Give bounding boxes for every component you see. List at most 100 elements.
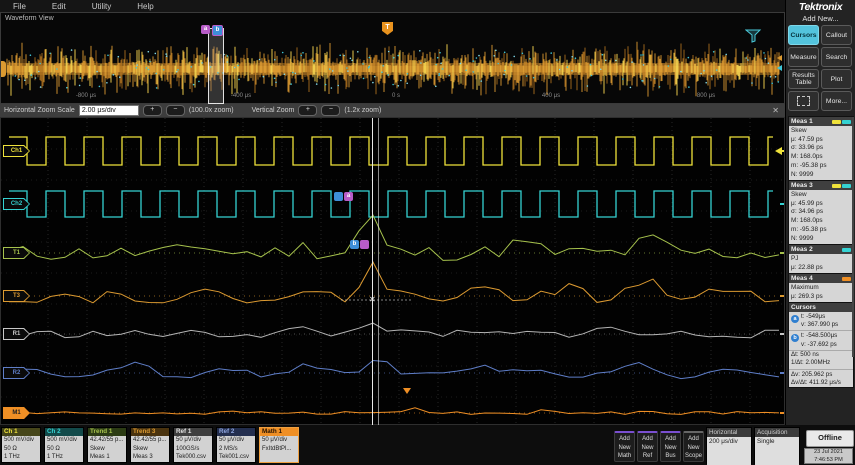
meas4-body: Maximum μ: 269.3 ps xyxy=(791,284,823,300)
ch1-trigger-level-arrow[interactable] xyxy=(775,147,782,155)
cursor-a-readout: a t: -549μs v: 367.990 ps xyxy=(789,312,853,332)
h-zoom-increase-button[interactable]: + xyxy=(142,105,162,116)
zoom-close-icon[interactable]: ✕ xyxy=(772,106,781,115)
overview-tick: 400 μs xyxy=(541,93,561,99)
ch1-badge[interactable]: Ch 1 500 mV/div 50 Ω1 THz xyxy=(1,427,41,463)
meas1-body: Skew μ: 47.59 ps σ: 33.96 ps M: 168.0ps m:… xyxy=(791,127,827,178)
datetime-display: 23 Jul 2021 7:46:53 PM xyxy=(804,448,853,464)
meas2-header: Meas 2 xyxy=(789,245,853,254)
tekscope-app: File Edit Utility Help Waveform View a b… xyxy=(0,0,855,465)
meas4-badge[interactable]: Meas 4 Maximum μ: 269.3 ps xyxy=(788,273,854,304)
draw-a-box-icon xyxy=(797,96,810,106)
acquisition-panel[interactable]: Acquisition Single xyxy=(754,427,800,465)
add-new-button-grid: Cursors Callout Measure Search Results T… xyxy=(788,25,854,111)
inv-delta-t-readout: 1/Δt: 2.00MHz xyxy=(791,359,831,367)
more-button[interactable]: More... xyxy=(821,91,852,111)
main-waveforms-canvas xyxy=(1,118,784,424)
measure-button[interactable]: Measure xyxy=(788,47,819,67)
channel-handle-label: T1 xyxy=(4,248,29,258)
math1-badge[interactable]: Math 1 50 μV/div FxItdBtPl... xyxy=(259,427,299,463)
add-new-ref-button[interactable]: Add New Ref xyxy=(637,431,658,462)
meas2-badge[interactable]: Meas 2 PJ μ: 22.88 ps xyxy=(788,244,854,275)
sidebar-scrollbar[interactable] xyxy=(852,117,854,357)
offline-button[interactable]: Offline xyxy=(806,430,854,447)
ref2-badge[interactable]: Ref 2 50 μV/div 2 MS/s Tek001.csv xyxy=(216,427,256,463)
channel-handle-label: R1 xyxy=(4,329,29,339)
waveform-overview[interactable]: Waveform View a b T -800 μs -400 μs 0 s … xyxy=(0,12,785,107)
slope-readout: Δv/Δt: 411.92 μs/s xyxy=(791,379,841,387)
trend3-badge[interactable]: Trend 3 42.42/55 p... Skew Meas 3 xyxy=(130,427,170,463)
delta-v-readout: Δv: 205.962 ps xyxy=(791,370,833,378)
h-zoom-factor: (100.0x zoom) xyxy=(188,107,234,114)
add-new-scope-button[interactable]: Add New Scope xyxy=(683,431,704,462)
ref1-badge[interactable]: Ref 1 50 μV/div 100GS/s Tek000.csv xyxy=(173,427,213,463)
cursors-header: Cursors xyxy=(789,303,853,312)
zoom-region-box[interactable] xyxy=(208,28,224,107)
cursor-b-readout: b t: -548.500μs v: -37.692 ps xyxy=(789,331,853,351)
v-zoom-increase-button[interactable]: + xyxy=(298,105,318,116)
menu-file[interactable]: File xyxy=(0,2,39,11)
main-cursor-a-handle[interactable]: a xyxy=(344,192,353,201)
cursors-button[interactable]: Cursors xyxy=(788,25,819,45)
overview-tick: -400 μs xyxy=(230,93,252,99)
cursor-a-line[interactable] xyxy=(372,118,373,426)
add-new-math-button[interactable]: Add New Math xyxy=(614,431,635,462)
callout-button[interactable]: Callout xyxy=(821,25,852,45)
swatch-cyan xyxy=(842,247,851,252)
meas1-title: Meas 1 xyxy=(791,118,813,125)
bottom-bar: Ch 1 500 mV/div 50 Ω1 THz Ch 2 500 mV/div… xyxy=(0,425,855,465)
add-new-bus-button[interactable]: Add New Bus xyxy=(660,431,681,462)
swatch-yellow xyxy=(832,119,841,124)
swatch-orange xyxy=(842,276,851,281)
v-zoom-factor: (1.2x zoom) xyxy=(344,107,382,114)
cursor-intersect-marker: ✕ xyxy=(369,295,376,304)
trend1-badge[interactable]: Trend 1 42.42/55 p... Skew Meas 1 xyxy=(87,427,127,463)
cursor-b-icon: b xyxy=(791,334,799,343)
horizontal-panel[interactable]: Horizontal 200 μs/div xyxy=(706,427,752,465)
overview-cursor-b-handle[interactable]: b xyxy=(212,25,223,36)
plot-button[interactable]: Plot xyxy=(821,69,852,89)
ch2-badge[interactable]: Ch 2 500 mV/div 50 Ω1 THz xyxy=(44,427,84,463)
draw-a-box-button[interactable] xyxy=(788,91,819,111)
meas3-body: Skew μ: 45.99 ps σ: 34.96 ps M: 168.0ps m:… xyxy=(791,191,827,242)
main-cursor-a-tag[interactable] xyxy=(334,192,343,201)
zoom-filter-icon[interactable] xyxy=(745,29,762,44)
overview-tick: 0 s xyxy=(391,93,401,99)
main-waveform-view[interactable]: a b ✕ Ch1 Ch2 T1 T3 R1 R2 M1 xyxy=(0,117,785,426)
meas2-body: PJ μ: 22.88 ps xyxy=(791,255,823,271)
channel-handle-label: R2 xyxy=(4,368,29,378)
overview-level-marker-orange[interactable] xyxy=(777,55,782,61)
v-zoom-decrease-button[interactable]: − xyxy=(321,105,341,116)
delta-t-readout: Δt: 500 ns xyxy=(791,350,819,358)
main-cursor-b-handle[interactable]: b xyxy=(350,240,359,249)
menu-edit[interactable]: Edit xyxy=(39,2,79,11)
search-button[interactable]: Search xyxy=(821,47,852,67)
h-zoom-decrease-button[interactable]: − xyxy=(165,105,185,116)
cursor-a-icon: a xyxy=(791,315,799,323)
overview-level-marker-cyan[interactable] xyxy=(777,65,782,71)
menu-utility[interactable]: Utility xyxy=(79,2,125,11)
overview-tick: -800 μs xyxy=(75,93,97,99)
cursor-b-line[interactable] xyxy=(378,118,379,426)
channel-handle-label: T3 xyxy=(4,291,29,301)
v-zoom-label: Vertical Zoom xyxy=(251,107,295,114)
results-table-button[interactable]: Results Table xyxy=(788,69,819,89)
main-cursor-b-tag[interactable] xyxy=(360,240,369,249)
menu-help[interactable]: Help xyxy=(124,2,166,11)
meas4-header: Meas 4 xyxy=(789,274,853,283)
meas1-badge[interactable]: Meas 1 Skew μ: 47.59 ps σ: 33.96 ps M: 168… xyxy=(788,116,854,182)
right-sidebar: Tektronix Add New... Cursors Callout Mea… xyxy=(785,0,855,425)
overview-cursor-a-handle[interactable]: a xyxy=(201,25,210,34)
meas4-title: Meas 4 xyxy=(791,275,813,282)
meas3-header: Meas 3 xyxy=(789,181,853,190)
swatch-cyan xyxy=(842,119,851,124)
swatch-cyan xyxy=(842,183,851,188)
meas3-title: Meas 3 xyxy=(791,182,813,189)
add-new-label: Add New... xyxy=(802,14,839,23)
cursors-readout-badge[interactable]: Cursors a t: -549μs v: 367.990 ps b t: -5… xyxy=(788,302,854,389)
meas3-badge[interactable]: Meas 3 Skew μ: 45.99 ps σ: 34.96 ps M: 168… xyxy=(788,180,854,246)
meas1-header: Meas 1 xyxy=(789,117,853,126)
overview-channel-tab[interactable] xyxy=(1,61,6,77)
h-zoom-scale-input[interactable] xyxy=(78,105,139,116)
overview-tick: 800 μs xyxy=(696,93,716,99)
